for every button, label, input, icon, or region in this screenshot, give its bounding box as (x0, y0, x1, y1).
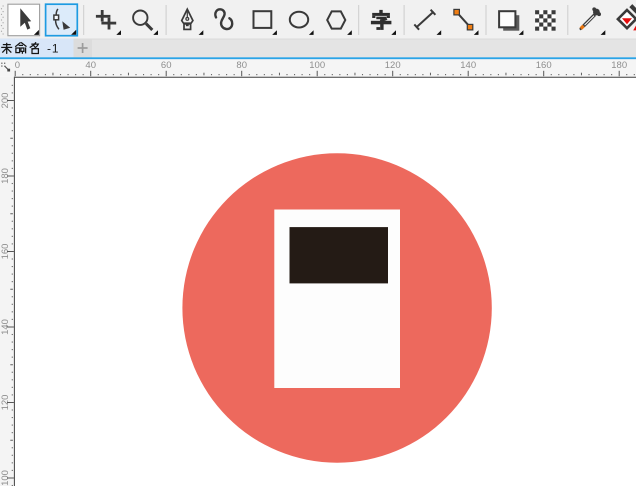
svg-text:0: 0 (15, 60, 20, 71)
svg-text:120: 120 (385, 60, 401, 71)
svg-text:100: 100 (309, 60, 325, 71)
svg-text:60: 60 (161, 60, 172, 71)
svg-text:140: 140 (460, 60, 476, 71)
svg-text:160: 160 (536, 60, 552, 71)
svg-text:-1: -1 (47, 42, 59, 56)
svg-text:80: 80 (236, 60, 247, 71)
svg-text:40: 40 (85, 60, 96, 71)
svg-text:180: 180 (611, 60, 627, 71)
